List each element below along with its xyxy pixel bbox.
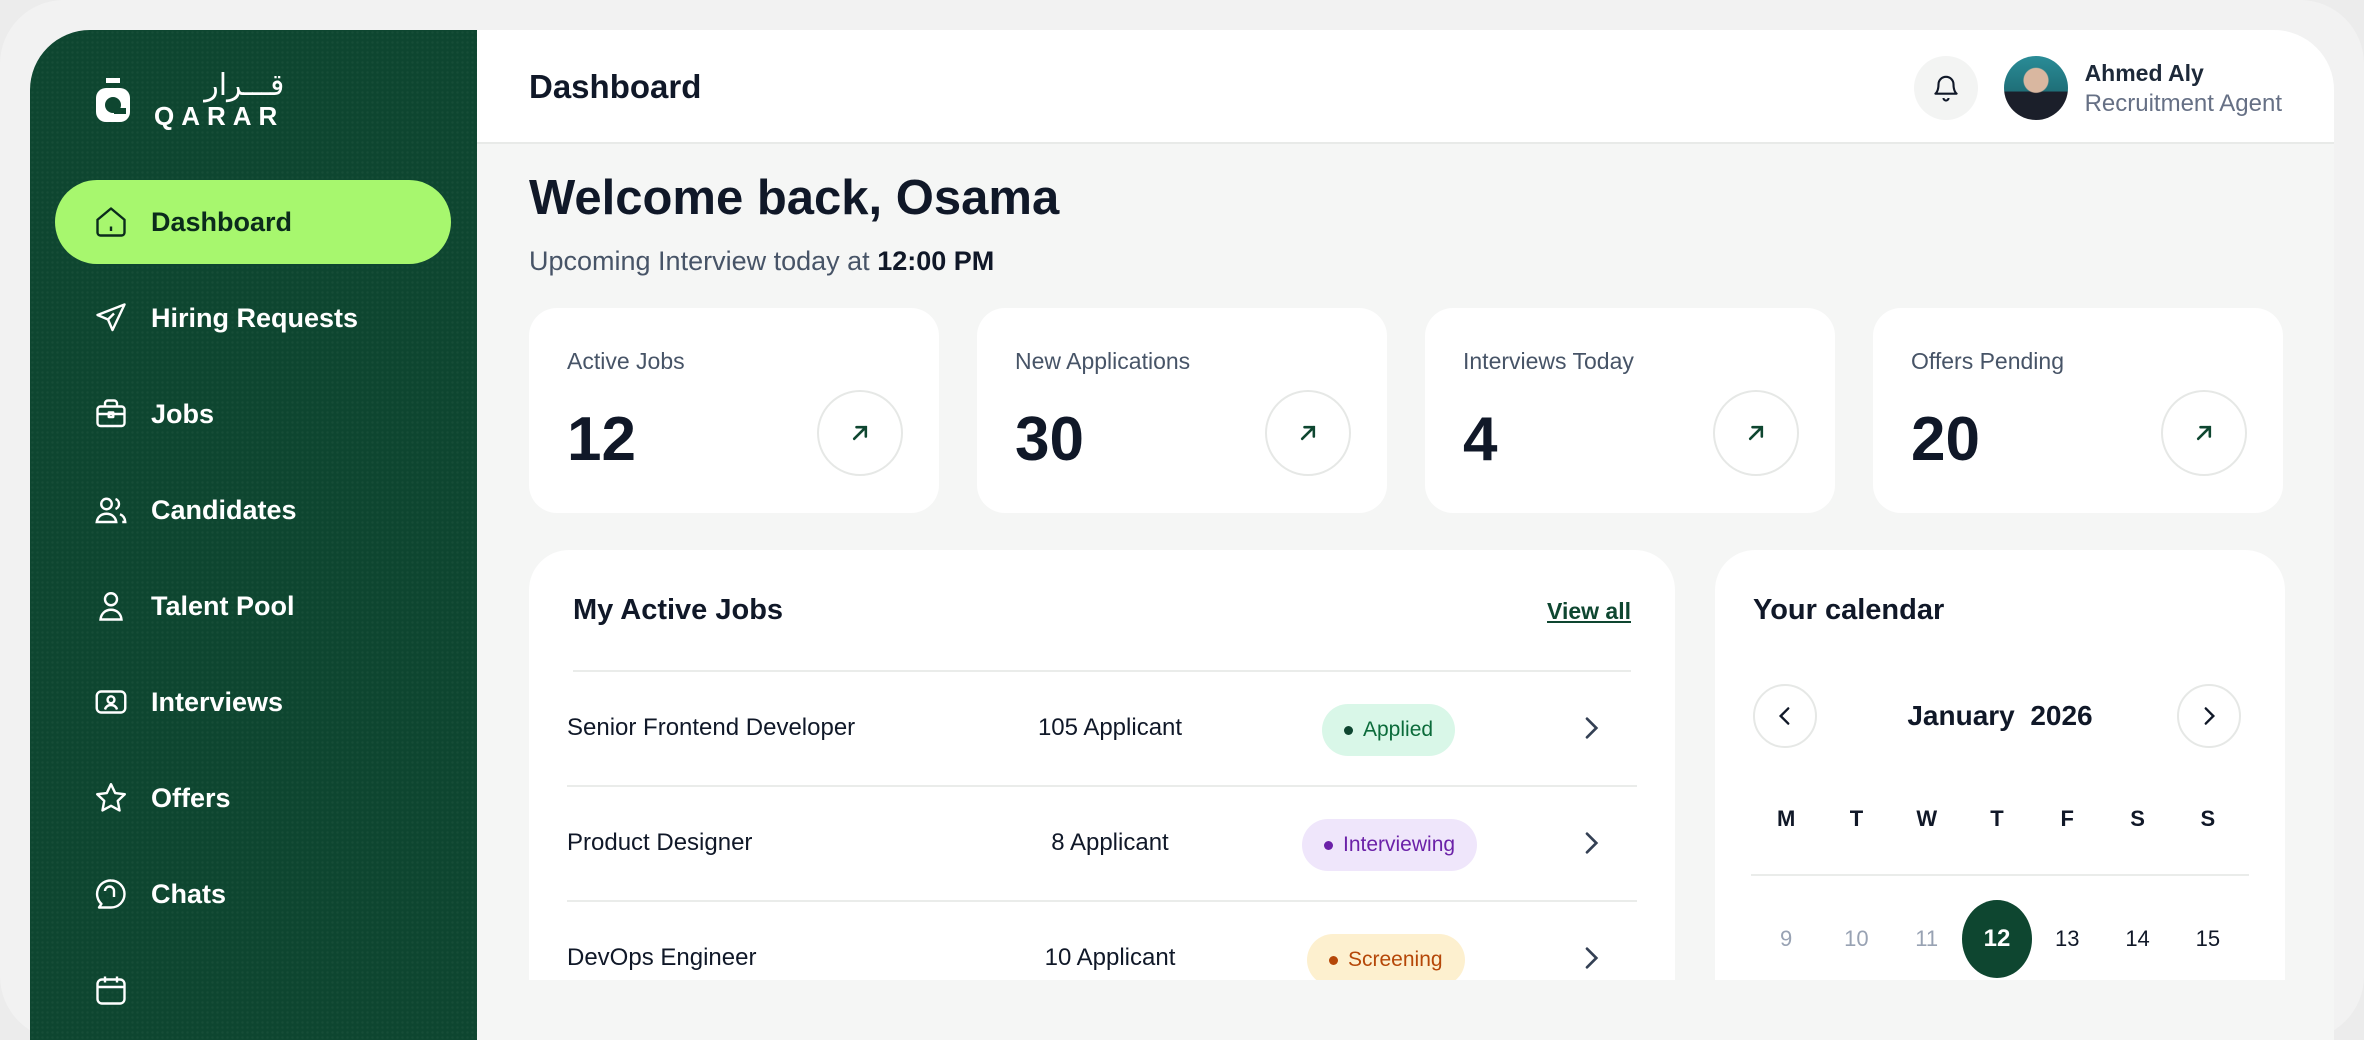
main-content: Welcome back, Osama Upcoming Interview t… <box>0 0 2364 980</box>
applicant-count: 10 Applicant <box>1044 944 1176 971</box>
weekday: F <box>2060 806 2074 831</box>
weekday: T <box>1849 806 1864 831</box>
arrow-up-right-icon <box>1300 425 1316 441</box>
calendar-weekdays: M T W T F S S <box>1751 806 2243 832</box>
day-number: 14 <box>2125 926 2150 951</box>
day-number: 12 <box>1961 900 2033 978</box>
job-title: Senior Frontend Developer <box>567 714 856 741</box>
stat-card-offers-pending[interactable]: Offers Pending 20 <box>1873 308 2283 513</box>
job-title: DevOps Engineer <box>567 944 757 971</box>
day-number: 10 <box>1844 926 1869 951</box>
table-row[interactable]: DevOps Engineer 10 Applicant Screening <box>567 902 1637 980</box>
applicant-count: 8 Applicant <box>1051 829 1169 856</box>
arrow-up-right-icon <box>1748 425 1764 441</box>
stat-value: 30 <box>1015 405 1084 474</box>
stat-open-button[interactable] <box>2161 390 2247 476</box>
status-label: Interviewing <box>1343 833 1456 856</box>
stat-card-interviews-today[interactable]: Interviews Today 4 <box>1425 308 1835 513</box>
weekday: M <box>1776 806 1796 831</box>
divider <box>1751 874 2249 876</box>
status-badge: Screening <box>1307 934 1465 980</box>
status-badge: Applied <box>1322 704 1456 756</box>
stat-label: Active Jobs <box>567 348 685 374</box>
view-all-link[interactable]: View all <box>1547 598 1631 625</box>
chevron-right-icon <box>2204 707 2216 725</box>
day-number: 9 <box>1780 926 1793 951</box>
calendar-day[interactable]: 15 <box>2173 900 2243 978</box>
calendar-day[interactable]: 13 <box>2032 900 2102 978</box>
weekday: S <box>2200 806 2216 831</box>
status-label: Screening <box>1348 948 1443 971</box>
upcoming-interview-text: Upcoming Interview today at 12:00 PM <box>529 246 994 277</box>
upcoming-prefix: Upcoming Interview today at <box>529 246 870 276</box>
chevron-right-icon[interactable] <box>1575 712 1607 744</box>
status-badge: Interviewing <box>1302 819 1478 871</box>
calendar-day[interactable]: 14 <box>2102 900 2172 978</box>
stat-value: 4 <box>1463 405 1498 474</box>
status-dot <box>1344 725 1353 735</box>
stat-value: 20 <box>1911 405 1980 474</box>
status-label: Applied <box>1363 718 1434 741</box>
weekday: T <box>1990 806 2004 831</box>
stat-card-active-jobs[interactable]: Active Jobs 12 <box>529 308 939 513</box>
welcome-title: Welcome back, Osama <box>529 171 1060 225</box>
calendar-month: January <box>1907 700 2015 731</box>
calendar-day[interactable]: 10 <box>1821 900 1891 978</box>
upcoming-time: 12:00 PM <box>877 246 995 276</box>
day-number: 13 <box>2055 926 2080 951</box>
calendar-year: 2026 <box>2030 700 2093 731</box>
active-jobs-card: My Active Jobs View all Senior Frontend … <box>529 550 1675 980</box>
table-row[interactable]: Senior Frontend Developer 105 Applicant … <box>567 672 1637 787</box>
table-row[interactable]: Product Designer 8 Applicant Interviewin… <box>567 787 1637 902</box>
stat-label: New Applications <box>1015 348 1191 374</box>
active-jobs-title: My Active Jobs <box>573 594 784 626</box>
calendar-days: 9 10 11 12 13 14 15 <box>1751 900 2243 978</box>
next-month-button[interactable] <box>2177 684 2241 748</box>
status-dot <box>1329 955 1338 965</box>
stat-open-button[interactable] <box>1713 390 1799 476</box>
stat-value: 12 <box>567 405 636 474</box>
day-number: 11 <box>1915 926 1939 951</box>
weekday: S <box>2130 806 2145 831</box>
stat-label: Interviews Today <box>1463 348 1634 374</box>
stat-card-new-applications[interactable]: New Applications 30 <box>977 308 1387 513</box>
stat-label: Offers Pending <box>1911 348 2065 374</box>
weekday: W <box>1916 806 1938 831</box>
calendar-title: Your calendar <box>1753 594 1945 626</box>
applicant-count: 105 Applicant <box>1037 714 1183 741</box>
chevron-right-icon[interactable] <box>1575 942 1607 974</box>
arrow-up-right-icon <box>2196 425 2212 441</box>
calendar-card: Your calendar January 2026 M T W T F S S… <box>1715 550 2285 980</box>
calendar-day[interactable]: 9 <box>1751 900 1821 978</box>
calendar-day[interactable]: 11 <box>1892 900 1962 978</box>
chevron-right-icon[interactable] <box>1575 827 1607 859</box>
stat-open-button[interactable] <box>1265 390 1351 476</box>
status-dot <box>1324 840 1333 850</box>
arrow-up-right-icon <box>852 425 868 441</box>
stat-open-button[interactable] <box>817 390 903 476</box>
calendar-day-selected[interactable]: 12 <box>1961 900 2033 978</box>
job-title: Product Designer <box>567 829 753 856</box>
day-number: 15 <box>2195 926 2221 951</box>
